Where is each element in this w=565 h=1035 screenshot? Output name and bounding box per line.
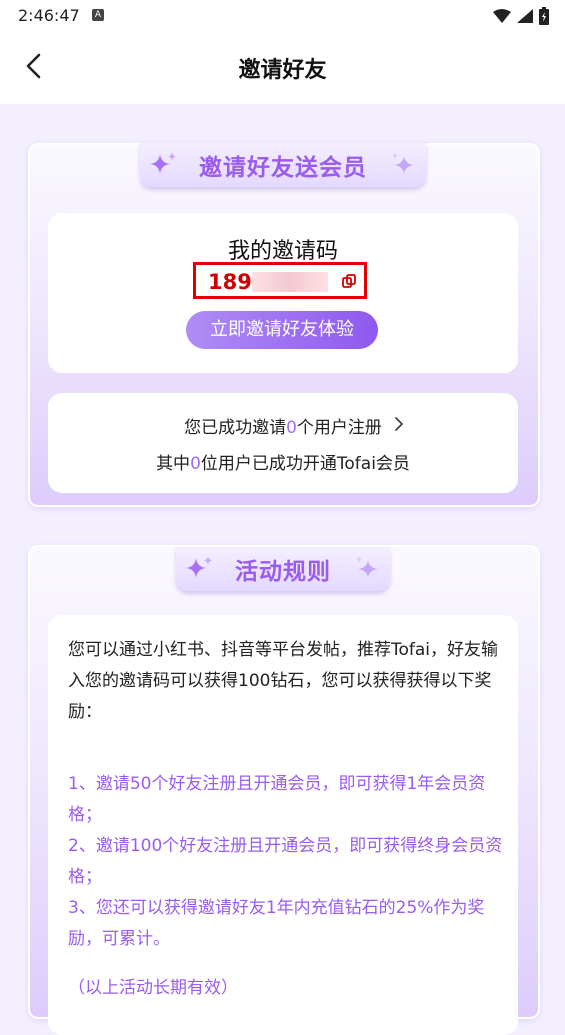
sparkle-icon xyxy=(186,556,212,578)
copy-icon[interactable] xyxy=(342,274,356,288)
rule-item: 3、您还可以获得邀请好友1年内充值钻石的25%作为奖励，可累计。 xyxy=(68,898,485,949)
member-suffix: 位用户已成功开通Tofai会员 xyxy=(200,454,410,474)
rules-ribbon: 活动规则 xyxy=(176,547,390,591)
rules-card: 活动规则 您可以通过小红书、抖音等平台发帖，推荐Tofai，好友输入您的邀请码可… xyxy=(28,545,540,1035)
rules-intro: 您可以通过小红书、抖音等平台发帖，推荐Tofai，好友输入您的邀请码可以获得10… xyxy=(68,640,499,722)
rule-item: 2、邀请100个好友注册且开通会员，即可获得终身会员资格； xyxy=(68,836,503,887)
invite-card: 邀请好友送会员 我的邀请码 1896 立即邀请好友体验 您已成功邀请0个用户注册… xyxy=(28,143,540,507)
member-users-line: 其中0位用户已成功开通Tofai会员 xyxy=(48,449,518,474)
page-title: 邀请好友 xyxy=(238,58,327,83)
status-icons xyxy=(493,6,549,26)
sparkle-icon xyxy=(356,556,378,578)
status-bar: 2:46:47 A xyxy=(0,0,565,32)
sparkle-icon xyxy=(150,152,176,174)
member-count: 0 xyxy=(190,454,201,474)
notification-a-icon: A xyxy=(92,9,104,21)
sparkle-icon xyxy=(392,152,414,174)
wifi-icon xyxy=(493,9,511,23)
invited-prefix: 您已成功邀请 xyxy=(184,418,287,438)
rule-item: 1、邀请50个好友注册且开通会员，即可获得1年会员资格； xyxy=(68,774,486,825)
invite-friends-button[interactable]: 立即邀请好友体验 xyxy=(186,311,378,349)
battery-icon xyxy=(539,7,549,25)
chevron-right-icon[interactable] xyxy=(393,416,405,432)
invite-code-redaction xyxy=(252,272,328,292)
status-time: 2:46:47 xyxy=(18,6,80,25)
invited-users-line: 您已成功邀请0个用户注册 xyxy=(48,413,518,438)
app-header: 邀请好友 xyxy=(0,32,565,104)
invite-ribbon: 邀请好友送会员 xyxy=(140,143,426,187)
invite-ribbon-title: 邀请好友送会员 xyxy=(199,155,367,181)
invite-code-highlight: 1896 xyxy=(193,262,367,299)
rules-list: 1、邀请50个好友注册且开通会员，即可获得1年会员资格； 2、邀请100个好友注… xyxy=(68,769,508,955)
rules-note: （以上活动长期有效） xyxy=(68,978,238,998)
invited-count: 0 xyxy=(286,418,297,438)
invited-suffix: 个用户注册 xyxy=(296,418,382,438)
rules-ribbon-title: 活动规则 xyxy=(235,559,331,585)
rules-panel: 您可以通过小红书、抖音等平台发帖，推荐Tofai，好友输入您的邀请码可以获得10… xyxy=(48,615,518,1035)
invite-code-panel: 我的邀请码 1896 立即邀请好友体验 xyxy=(48,213,518,373)
invite-stats-panel[interactable]: 您已成功邀请0个用户注册 其中0位用户已成功开通Tofai会员 xyxy=(48,393,518,493)
signal-icon xyxy=(517,9,533,23)
member-prefix: 其中 xyxy=(156,454,191,474)
invite-code-label: 我的邀请码 xyxy=(227,239,338,264)
